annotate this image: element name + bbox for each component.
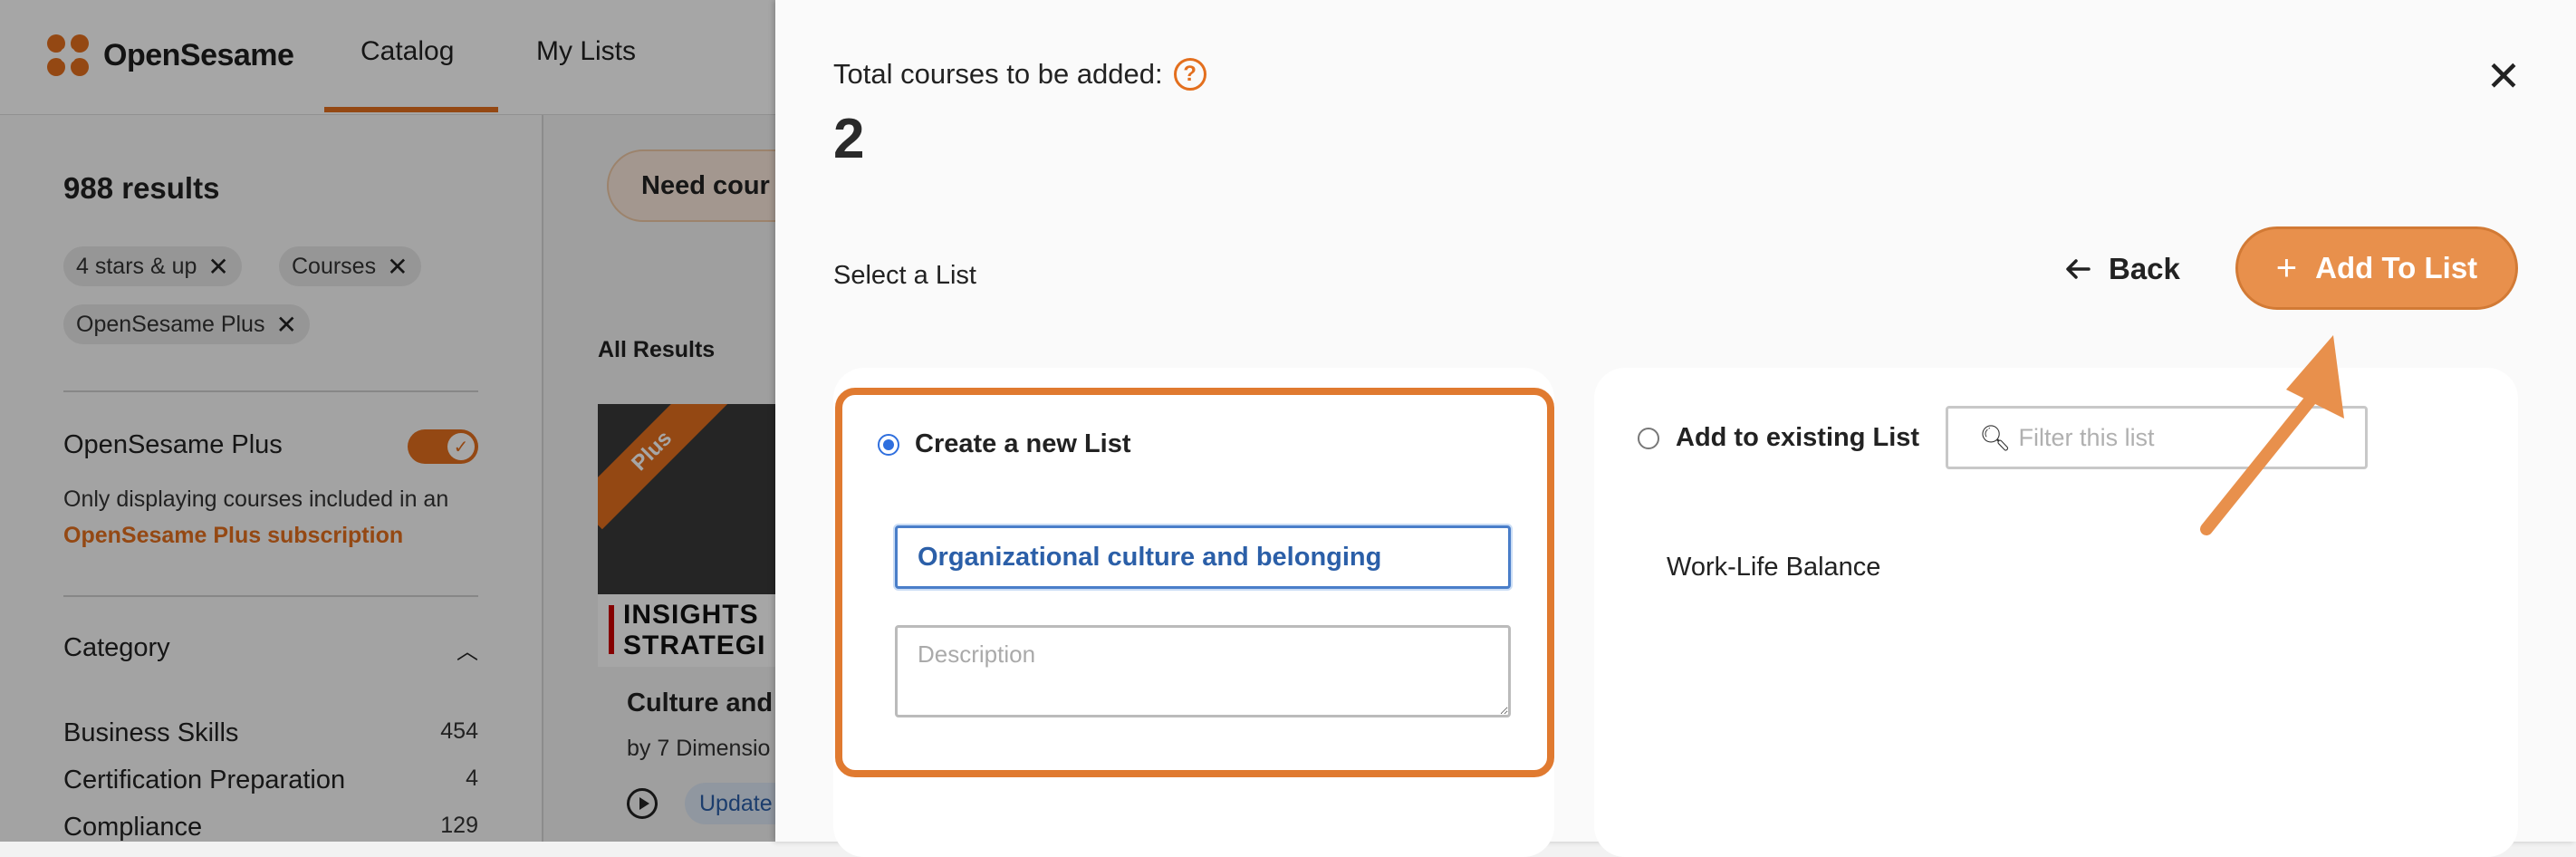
select-list-label: Select a List: [833, 261, 976, 290]
total-courses-value: 2: [833, 108, 865, 170]
back-button[interactable]: Back: [2062, 246, 2180, 292]
modal-backdrop[interactable]: [0, 0, 775, 842]
create-new-list-label[interactable]: Create a new List: [915, 429, 1131, 459]
description-field[interactable]: [895, 625, 1511, 717]
add-to-list-label: Add To List: [2315, 251, 2478, 284]
question-circle-icon[interactable]: ?: [1173, 58, 1206, 91]
total-courses-label: Total courses to be added: ?: [833, 58, 1206, 91]
arrow-left-icon: [2066, 259, 2091, 279]
plus-icon: +: [2275, 247, 2298, 288]
close-icon[interactable]: ✕: [2484, 55, 2523, 97]
back-label: Back: [2109, 252, 2180, 285]
add-to-list-button[interactable]: + Add To List: [2235, 226, 2518, 310]
existing-list-item[interactable]: Work-Life Balance: [1667, 553, 1880, 583]
create-new-list-radio[interactable]: [878, 434, 899, 456]
search-icon: 🔍︎: [1979, 423, 2012, 452]
total-courses-text: Total courses to be added:: [833, 58, 1163, 90]
list-name-input[interactable]: [895, 525, 1511, 589]
existing-list-radio[interactable]: [1638, 428, 1659, 449]
existing-list-label[interactable]: Add to existing List: [1676, 423, 1919, 453]
annotation-arrow: [2200, 335, 2344, 535]
